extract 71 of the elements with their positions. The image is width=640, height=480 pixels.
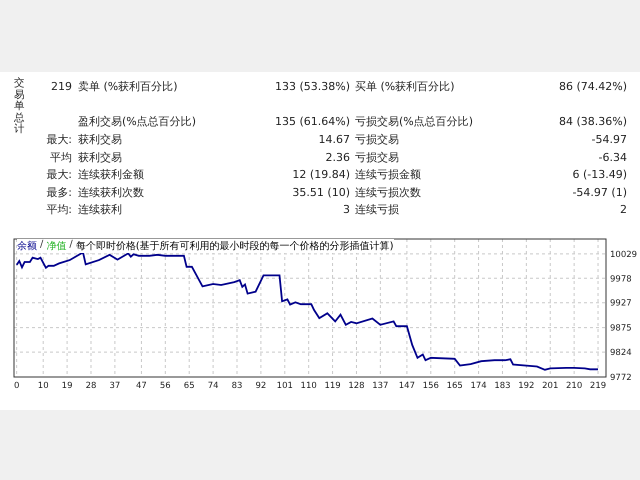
x-axis-label: 183 — [494, 380, 511, 391]
stat-value: 12 (19.84) — [291, 168, 350, 182]
stat-label: 亏损交易(%点总百分比) — [354, 114, 474, 130]
y-axis-label: 9824 — [610, 348, 632, 358]
stat-value: 133 (53.38%) — [274, 80, 350, 94]
x-axis-label: 74 — [208, 380, 219, 391]
row-label: 219 — [50, 80, 72, 94]
y-axis-label: 9772 — [610, 372, 632, 383]
stat-label: 连续亏损 — [354, 202, 400, 218]
x-axis-label: 28 — [86, 380, 96, 391]
x-axis-label: 37 — [109, 380, 120, 391]
x-axis-label: 192 — [518, 380, 534, 391]
legend-separator: / — [40, 238, 44, 252]
x-axis-label: 101 — [276, 380, 293, 391]
x-axis-label: 47 — [136, 380, 147, 391]
stat-value: -6.34 — [598, 150, 627, 164]
x-axis-label: 110 — [300, 380, 317, 391]
x-axis-label: 128 — [348, 380, 365, 391]
legend-label: 余额 — [17, 240, 37, 253]
x-axis-label: 201 — [542, 380, 558, 391]
x-axis-label: 147 — [398, 380, 416, 391]
stat-value: -54.97 (1) — [571, 186, 627, 199]
stat-value: 84 (38.36%) — [558, 115, 627, 128]
stat-value: 135 (61.64%) — [274, 115, 350, 128]
row-label: 平均: — [45, 202, 72, 218]
x-axis-label: 0 — [14, 380, 20, 391]
stat-value: 14.67 — [318, 133, 350, 146]
row-label: 平均 — [49, 150, 72, 165]
row-label: 最多: — [45, 184, 72, 200]
stat-label: 亏损交易 — [354, 150, 400, 165]
stat-label: 连续获利金额 — [77, 167, 145, 182]
y-axis-label: 10029 — [610, 250, 638, 260]
stat-label: 盈利交易(%点总百分比) — [77, 114, 198, 130]
stat-label: 买单 (%获利百分比) — [354, 79, 456, 94]
stat-label: 连续获利次数 — [77, 184, 145, 200]
vertical-label: 交易单总计 — [13, 78, 24, 136]
x-axis-label: 137 — [372, 380, 388, 391]
x-axis-label: 165 — [446, 380, 463, 391]
row-label: 最大: — [45, 167, 72, 182]
x-axis-label: 10 — [38, 380, 49, 391]
y-axis-label: 9927 — [610, 298, 632, 308]
x-axis-label: 83 — [232, 380, 242, 391]
legend-label: 净值 — [46, 240, 66, 253]
stat-value: 2.36 — [324, 150, 350, 164]
stat-value: 3 — [342, 203, 350, 216]
stat-value: 6 (-13.49) — [571, 168, 627, 182]
x-axis-label: 56 — [160, 380, 171, 391]
x-axis-label: 174 — [470, 380, 487, 391]
stat-label: 连续获利 — [77, 202, 123, 218]
x-axis-label: 210 — [566, 380, 582, 391]
stat-label: 卖单 (%获利百分比) — [77, 79, 179, 94]
y-axis-label: 9875 — [610, 323, 632, 334]
stat-value: 2 — [619, 203, 627, 216]
stat-value: 35.51 (10) — [291, 186, 350, 199]
stat-label: 连续亏损金额 — [354, 167, 422, 182]
stat-label: 获利交易 — [77, 150, 123, 165]
legend-separator: / — [69, 238, 73, 252]
y-axis-label: 9978 — [610, 274, 632, 284]
legend-label: 每个即时价格(基于所有可利用的最小时段的每一个价格的分形插值计算) — [76, 240, 394, 253]
stat-label: 亏损交易 — [354, 132, 400, 148]
stat-label: 获利交易 — [77, 132, 123, 148]
stat-value: 86 (74.42%) — [558, 80, 627, 94]
x-axis-label: 19 — [62, 380, 72, 391]
x-axis-label: 219 — [590, 380, 606, 391]
x-axis-label: 92 — [255, 380, 266, 391]
stat-label: 连续亏损次数 — [354, 184, 422, 200]
x-axis-label: 156 — [422, 380, 439, 391]
x-axis-label: 119 — [324, 380, 341, 391]
row-label: 最大: — [45, 132, 72, 148]
stat-value: -54.97 — [590, 133, 627, 146]
x-axis-label: 65 — [184, 380, 195, 391]
